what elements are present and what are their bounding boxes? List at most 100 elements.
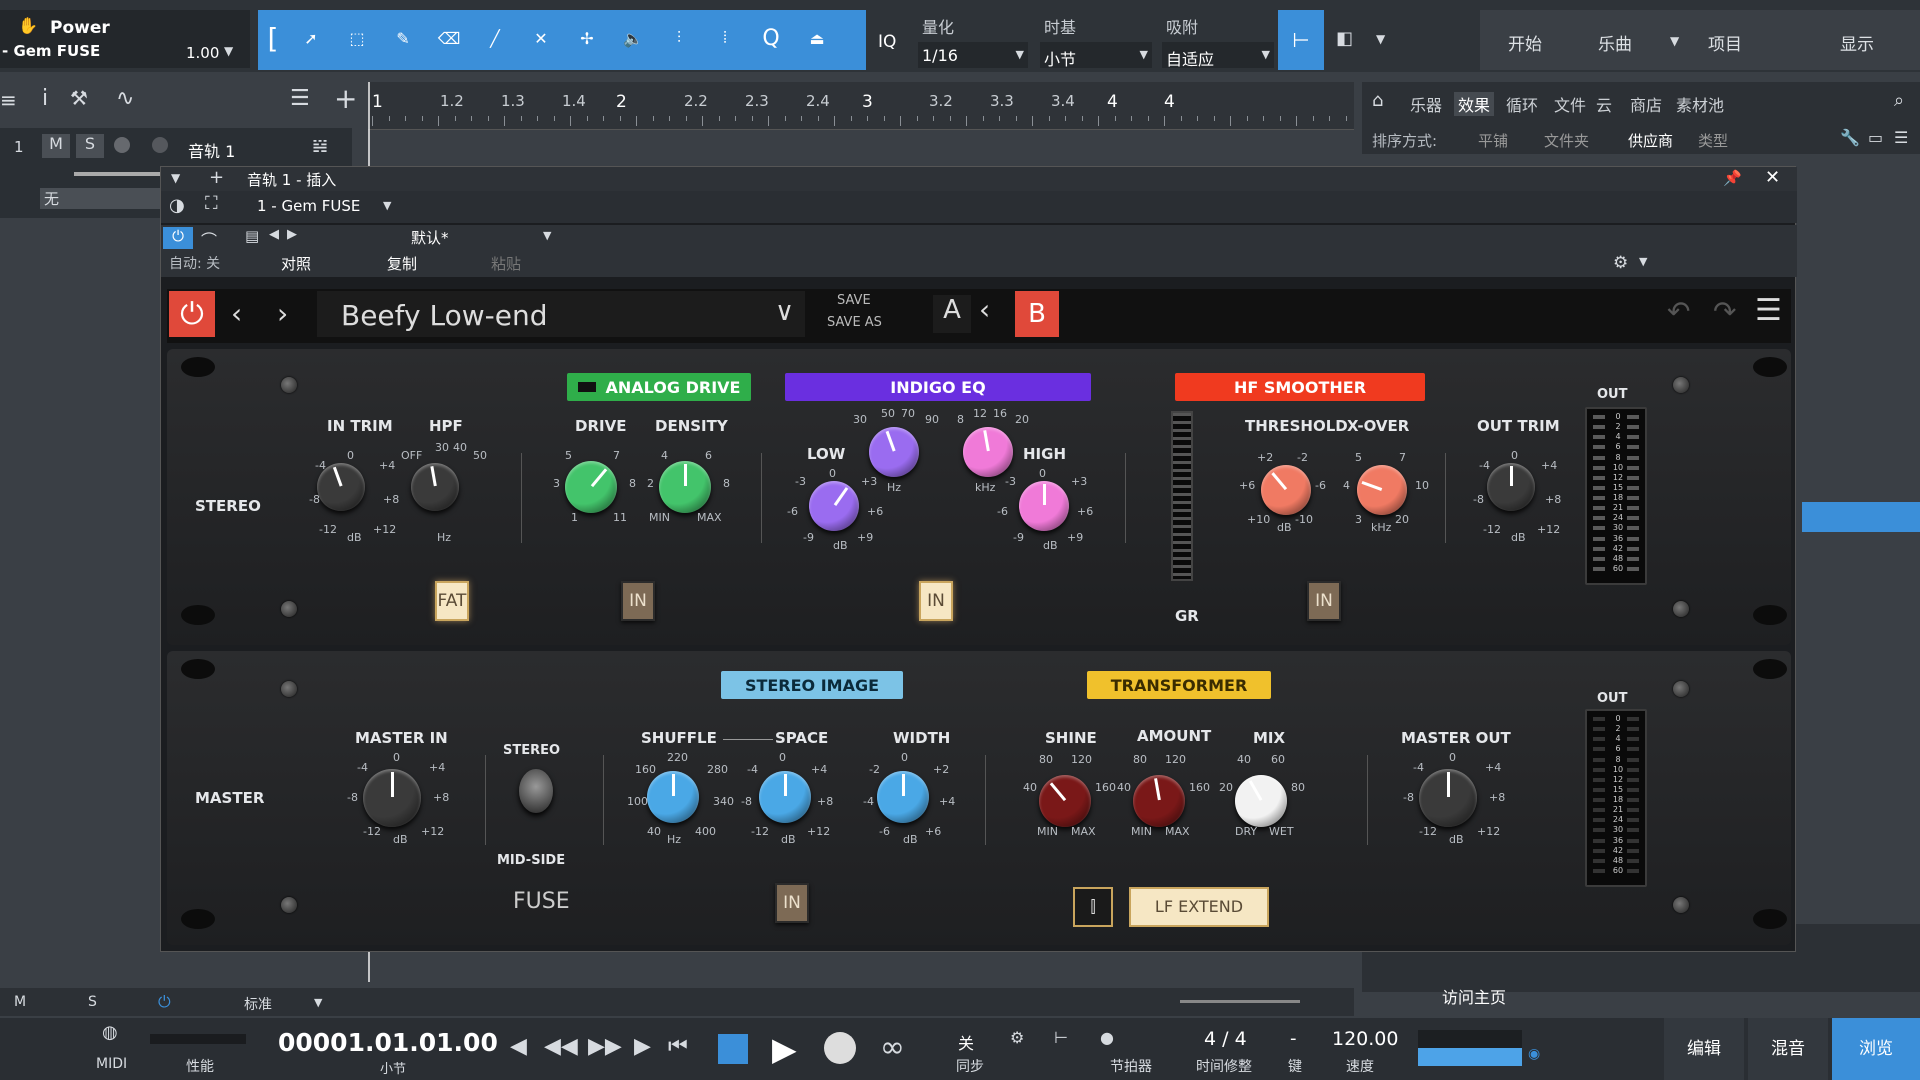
master-out-knob[interactable] — [1419, 769, 1477, 827]
tab-mix[interactable]: 混音 — [1748, 1018, 1828, 1080]
stereo-image-badge[interactable]: STEREO IMAGE — [721, 671, 903, 699]
quantize-q-icon[interactable]: Q — [748, 10, 794, 66]
drive-knob[interactable] — [565, 461, 617, 513]
list-icon[interactable]: ☰ — [290, 86, 310, 111]
record-button[interactable] — [114, 137, 130, 153]
hf-smoother-in-button[interactable]: IN — [1307, 581, 1341, 621]
track-input[interactable]: 无 — [40, 188, 160, 209]
copy-button[interactable]: 复制 — [387, 253, 417, 274]
paint-tool-icon[interactable]: ╱ — [472, 10, 518, 66]
list-view-icon[interactable]: ☰ — [1894, 128, 1908, 147]
selected-item-highlight[interactable] — [1802, 502, 1920, 532]
bend-marker-icon[interactable]: ⦙ — [702, 10, 748, 66]
browser-tab[interactable]: 云 — [1596, 92, 1612, 116]
iq-label[interactable]: IQ — [878, 32, 896, 52]
stop-button[interactable] — [718, 1034, 748, 1064]
metronome-settings-icon[interactable]: ⚙ — [1010, 1028, 1024, 1047]
chevron-down-icon[interactable]: ▼ — [314, 996, 322, 1009]
stereo-midside-toggle[interactable] — [519, 769, 553, 813]
key-value[interactable]: - — [1290, 1028, 1297, 1049]
auto-label[interactable]: 自动: 关 — [169, 253, 220, 273]
threshold-knob[interactable] — [1261, 465, 1311, 515]
chevron-down-icon[interactable]: ▼ — [171, 171, 180, 185]
space-knob[interactable] — [759, 771, 811, 823]
tools-icon[interactable]: ⚒ — [70, 86, 88, 110]
track-info-panel[interactable]: ✋ Power - Gem FUSE 1.00 ▼ — [0, 10, 250, 68]
plugin-menu-icon[interactable]: ☰ — [1755, 293, 1782, 328]
redo-icon[interactable]: ↷ — [1713, 295, 1736, 328]
a-slot-button[interactable]: A — [933, 295, 971, 333]
power-button[interactable]: ⏻ — [163, 227, 193, 249]
pin-icon[interactable]: 📌 — [1723, 169, 1742, 187]
density-knob[interactable] — [659, 461, 711, 513]
mute-tool-icon[interactable]: ✕ — [518, 10, 564, 66]
chevron-down-icon[interactable]: ▼ — [543, 229, 551, 242]
preset-default[interactable]: 默认* — [411, 227, 449, 248]
nav-show[interactable]: 显示 — [1840, 30, 1874, 55]
timeline-ruler[interactable]: 1 1.2 1.3 1.4 2 2.2 2.3 2.4 3 3.2 3.3 3.4 4 4 — [368, 82, 1354, 130]
device-select[interactable]: 1 - Gem FUSE — [257, 197, 360, 215]
volume-value[interactable]: 1.00 — [186, 44, 219, 62]
transformer-badge[interactable]: TRANSFORMER — [1087, 671, 1271, 699]
prev-preset-arrow-icon[interactable]: ‹ — [231, 297, 242, 330]
precount-icon[interactable]: ⊢ — [1054, 1028, 1068, 1047]
add-icon[interactable]: + — [209, 167, 224, 188]
bypass-icon[interactable]: ⌒ — [201, 227, 217, 251]
high-freq-knob[interactable] — [963, 427, 1013, 477]
eraser-tool-icon[interactable]: ⌫ — [426, 10, 472, 66]
mode-select[interactable]: 标准 — [244, 994, 272, 1014]
goto-start-icon[interactable]: ⏮ — [668, 1034, 688, 1059]
sort-option[interactable]: 供应商 — [1628, 130, 1673, 151]
snap-select[interactable]: 自适应 ▼ — [1162, 42, 1274, 69]
track-name[interactable]: 音轨 1 — [188, 138, 235, 162]
rewind-start-icon[interactable]: ◀ — [510, 1034, 527, 1059]
fat-button[interactable]: FAT — [435, 581, 469, 621]
menu-icon[interactable]: ≡ — [0, 88, 17, 112]
play-button[interactable]: ▶ — [772, 1030, 797, 1068]
power-icon[interactable]: ⏻ — [158, 992, 171, 1012]
shine-knob[interactable] — [1039, 775, 1091, 827]
split-tool-icon[interactable]: ✢ — [564, 10, 610, 66]
chevron-down-icon[interactable]: ▼ — [383, 199, 391, 212]
record-button[interactable] — [824, 1032, 856, 1064]
quantize-select[interactable]: 1/16 ▼ — [918, 42, 1028, 68]
forward-end-icon[interactable]: ▶ — [634, 1034, 651, 1059]
info-icon[interactable]: i — [42, 86, 48, 111]
browser-tab[interactable]: 循环 — [1506, 92, 1538, 116]
xover-knob[interactable] — [1357, 465, 1407, 515]
browser-tab[interactable]: 素材池 — [1676, 92, 1724, 116]
timebase-select[interactable]: 小节 ▼ — [1040, 42, 1152, 69]
paste-button[interactable]: 粘贴 — [491, 253, 521, 274]
automation-icon[interactable]: ∿ — [116, 86, 134, 111]
timesig-value[interactable]: 4 / 4 — [1204, 1028, 1247, 1050]
stereo-image-in-button[interactable]: IN — [775, 883, 809, 923]
indigo-eq-in-button[interactable]: IN — [919, 581, 953, 621]
hpf-knob[interactable] — [411, 463, 459, 511]
forward-icon[interactable]: ▶▶ — [588, 1034, 622, 1059]
analog-drive-in-button[interactable]: IN — [621, 581, 655, 621]
next-preset-icon[interactable]: ▶ — [287, 227, 297, 242]
arrow-tool-icon[interactable]: ➚ — [288, 10, 334, 66]
save-as-button[interactable]: SAVE AS — [827, 315, 882, 330]
indigo-eq-badge[interactable]: INDIGO EQ — [785, 373, 1091, 401]
wrench-icon[interactable]: 🔧 — [1840, 128, 1860, 147]
plugin-power-button[interactable]: ⏻ — [169, 291, 215, 337]
preset-menu-icon[interactable]: ▤ — [245, 227, 259, 245]
out-trim-knob[interactable] — [1487, 463, 1535, 511]
solo-button[interactable]: S — [76, 134, 104, 158]
range-tool-icon[interactable]: ⬚ — [334, 10, 380, 66]
chevron-down-icon[interactable]: ▼ — [1639, 255, 1647, 268]
search-icon[interactable]: ⌕ — [1894, 90, 1904, 111]
mini-solo[interactable]: S — [88, 994, 97, 1010]
chevron-down-icon[interactable]: ▼ — [1376, 32, 1385, 46]
time-display[interactable]: 00001.01.01.00 — [278, 1028, 498, 1057]
home-icon[interactable]: ⌂ — [1372, 90, 1383, 111]
metronome-icon[interactable]: ● — [1100, 1028, 1114, 1047]
preset-name-box[interactable]: Beefy Low-end ∨ — [317, 291, 805, 337]
settings-gear-icon[interactable]: ⚙ — [1613, 253, 1628, 273]
add-track-icon[interactable]: + — [334, 82, 357, 115]
chevron-down-icon[interactable]: ▼ — [224, 44, 233, 58]
visit-homepage-link[interactable]: 访问主页 — [1442, 984, 1506, 1008]
close-icon[interactable]: ✕ — [1765, 167, 1780, 188]
browser-tab[interactable]: 文件 — [1554, 92, 1586, 116]
